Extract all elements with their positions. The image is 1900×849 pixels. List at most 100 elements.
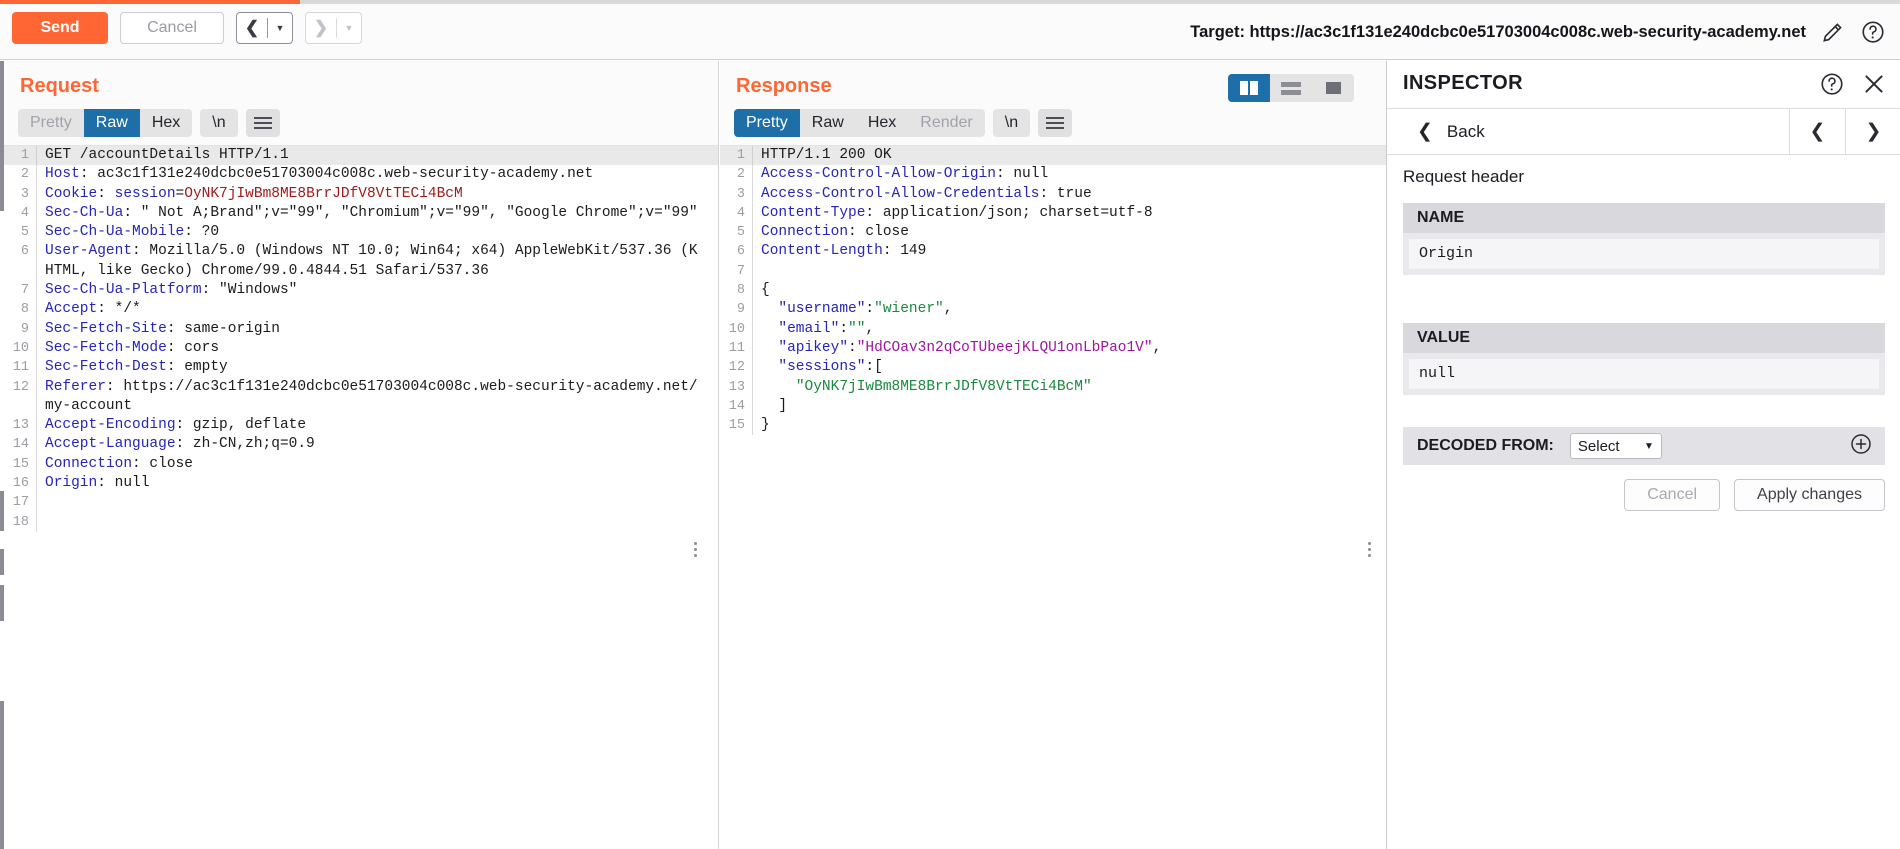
line-number: 7 xyxy=(736,263,745,279)
request-tab-hex[interactable]: Hex xyxy=(140,109,192,137)
request-tab-pretty[interactable]: Pretty xyxy=(18,109,84,137)
code-content[interactable]: Host: ac3c1f131e240dcbc0e51703004c008c.w… xyxy=(36,165,718,185)
inspector-apply-changes-button[interactable]: Apply changes xyxy=(1734,479,1885,511)
code-token: Sec-Ch-Ua-Mobile xyxy=(45,224,185,241)
code-content[interactable]: Sec-Ch-Ua-Platform: "Windows" xyxy=(36,281,718,301)
response-tab-hex[interactable]: Hex xyxy=(856,109,908,137)
code-content[interactable] xyxy=(752,261,1386,282)
response-tab-raw[interactable]: Raw xyxy=(800,109,856,137)
plus-circle-icon[interactable] xyxy=(1849,432,1873,461)
inspector-prev-button[interactable]: ❮ xyxy=(1789,108,1845,155)
inspector-decoded-select[interactable]: Select ▼ xyxy=(1569,433,1662,459)
inspector-value-input[interactable]: null xyxy=(1409,359,1879,389)
code-content[interactable]: Access-Control-Allow-Origin: null xyxy=(752,165,1386,185)
code-content[interactable]: Cookie: session=OyNK7jIwBm8ME8BrrJDfV8Vt… xyxy=(36,184,718,204)
response-editor[interactable]: 1 HTTP/1.1 200 OK 2 Access-Control-Allow-Or… xyxy=(720,145,1386,849)
code-token: User-Agent xyxy=(45,243,133,260)
response-drag-handle-icon[interactable] xyxy=(1368,539,1374,561)
inspector-back-button[interactable]: ❮ Back xyxy=(1417,120,1485,143)
code-content[interactable]: Connection: close xyxy=(752,223,1386,243)
question-circle-icon[interactable] xyxy=(1860,19,1886,45)
code-line: 9 "username":"wiener", xyxy=(720,300,1386,320)
code-token: : "Windows" xyxy=(201,282,298,299)
code-content[interactable]: User-Agent: Mozilla/5.0 (Windows NT 10.0… xyxy=(36,242,718,282)
code-content[interactable]: Origin: null xyxy=(36,474,718,494)
code-token: "wiener" xyxy=(874,301,944,318)
code-line: 8 Accept: */* xyxy=(4,300,718,320)
stacked-icon[interactable] xyxy=(1270,74,1312,102)
side-by-side-icon[interactable] xyxy=(1228,74,1270,102)
response-pane: Response Pretty Raw Hex Render \n 1 HTTP/… xyxy=(720,61,1386,849)
previous-request-button[interactable]: ❮ ▼ xyxy=(236,12,293,44)
code-content[interactable]: "email":"", xyxy=(752,319,1386,339)
code-line: 18 xyxy=(4,512,718,532)
code-content[interactable] xyxy=(36,493,718,513)
code-line: 4 Sec-Ch-Ua: " Not A;Brand";v="99", "Chro… xyxy=(4,203,718,224)
request-newline-toggle[interactable]: \n xyxy=(200,109,238,137)
code-token: : cors xyxy=(166,339,220,356)
code-token: HTTP/1.1 200 OK xyxy=(761,147,892,163)
response-tab-render[interactable]: Render xyxy=(908,109,984,137)
code-token: : empty xyxy=(166,359,228,376)
request-drag-handle-icon[interactable] xyxy=(694,539,700,561)
code-content[interactable]: Sec-Fetch-Mode: cors xyxy=(36,338,718,359)
code-token: : application/json; charset=utf-8 xyxy=(865,204,1153,221)
line-number: 1 xyxy=(736,148,745,163)
question-circle-icon[interactable] xyxy=(1819,71,1845,97)
code-content[interactable]: Accept-Encoding: gzip, deflate xyxy=(36,416,718,436)
request-tab-raw[interactable]: Raw xyxy=(83,109,140,137)
inspector-next-button[interactable]: ❯ xyxy=(1845,108,1900,155)
code-token: Host xyxy=(45,166,80,183)
pencil-icon[interactable] xyxy=(1820,19,1846,45)
inspector-title: INSPECTOR xyxy=(1403,72,1523,94)
chevron-down-icon[interactable]: ▼ xyxy=(268,13,292,43)
code-token: session xyxy=(114,185,176,202)
code-content[interactable]: "OyNK7jIwBm8ME8BrrJDfV8VtTECi4BcM" xyxy=(752,377,1386,397)
request-pane: Request Pretty Raw Hex \n 1 GET /accountD… xyxy=(4,61,719,849)
code-content[interactable]: Accept-Language: zh-CN,zh;q=0.9 xyxy=(36,435,718,455)
code-token: { xyxy=(761,282,770,299)
response-menu-icon[interactable] xyxy=(1038,109,1073,137)
code-content[interactable]: Content-Type: application/json; charset=… xyxy=(752,203,1386,224)
single-icon[interactable] xyxy=(1312,74,1354,102)
code-content[interactable]: HTTP/1.1 200 OK xyxy=(752,146,1386,166)
code-token: : xyxy=(865,301,875,318)
response-tab-pretty[interactable]: Pretty xyxy=(734,109,800,137)
code-content[interactable]: Sec-Ch-Ua: " Not A;Brand";v="99", "Chrom… xyxy=(36,203,718,224)
chevron-down-icon[interactable]: ▼ xyxy=(337,13,361,43)
inspector-value-field: VALUE null xyxy=(1403,323,1885,395)
line-number: 10 xyxy=(728,321,745,337)
code-content[interactable] xyxy=(36,512,718,532)
line-number: 1 xyxy=(20,148,29,163)
close-x-icon[interactable] xyxy=(1861,71,1887,97)
code-token: : Mozilla/5.0 (Windows NT 10.0; Win64; x… xyxy=(45,243,698,279)
code-content[interactable]: ] xyxy=(752,396,1386,417)
inspector-name-input[interactable]: Origin xyxy=(1409,239,1879,269)
request-menu-icon[interactable] xyxy=(245,109,280,137)
code-content[interactable]: "username":"wiener", xyxy=(752,300,1386,320)
code-content[interactable]: Access-Control-Allow-Credentials: true xyxy=(752,184,1386,204)
code-token: : null xyxy=(97,475,150,492)
code-content[interactable]: Sec-Fetch-Site: same-origin xyxy=(36,319,718,339)
code-content[interactable]: Connection: close xyxy=(36,454,718,475)
code-token: OyNK7jIwBm8ME8BrrJDfV8VtTECi4BcM xyxy=(184,185,463,202)
code-content[interactable]: } xyxy=(752,416,1386,436)
code-line: 14 Accept-Language: zh-CN,zh;q=0.9 xyxy=(4,435,718,455)
cancel-button[interactable]: Cancel xyxy=(120,12,224,44)
code-content[interactable]: Content-Length: 149 xyxy=(752,242,1386,262)
code-content[interactable]: Accept: */* xyxy=(36,300,718,320)
inspector-cancel-button[interactable]: Cancel xyxy=(1624,479,1721,511)
request-editor[interactable]: 1 GET /accountDetails HTTP/1.1 2 Host: ac3c… xyxy=(4,145,718,849)
code-content[interactable]: Sec-Fetch-Dest: empty xyxy=(36,358,718,378)
send-button[interactable]: Send xyxy=(12,12,108,44)
line-number: 16 xyxy=(12,476,29,492)
next-request-button[interactable]: ❯ ▼ xyxy=(305,12,362,44)
code-content[interactable]: GET /accountDetails HTTP/1.1 xyxy=(36,146,718,166)
code-content[interactable]: "apikey":"HdCOav3n2qCoTUbeejKLQU1onLbPao… xyxy=(752,338,1386,359)
code-content[interactable]: Referer: https://ac3c1f131e240dcbc0e5170… xyxy=(36,377,718,417)
code-content[interactable]: { xyxy=(752,281,1386,301)
response-newline-toggle[interactable]: \n xyxy=(992,109,1031,137)
code-content[interactable]: "sessions":[ xyxy=(752,358,1386,378)
code-content[interactable]: Sec-Ch-Ua-Mobile: ?0 xyxy=(36,223,718,243)
code-line: 6 User-Agent: Mozilla/5.0 (Windows NT 10.… xyxy=(4,242,718,282)
